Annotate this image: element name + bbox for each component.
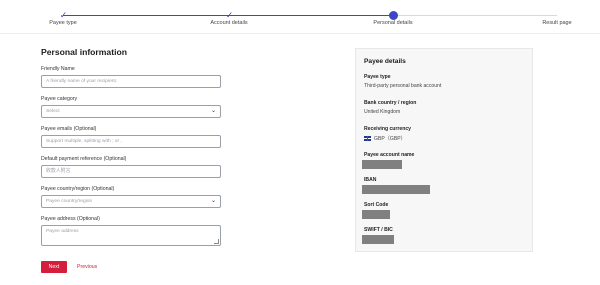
payee-type-label: Payee type xyxy=(364,74,391,80)
redacted-account-name xyxy=(362,160,402,169)
receiving-currency-value: GBP（GBP） xyxy=(364,135,406,142)
chevron-down-icon: ⌄ xyxy=(210,108,216,114)
stepper-line-completed xyxy=(229,15,393,16)
redacted-iban xyxy=(362,185,430,194)
page-content: Personal information Friendly Name A fri… xyxy=(0,34,600,285)
friendly-name-label: Friendly Name xyxy=(41,66,75,72)
chevron-down-icon: ⌄ xyxy=(210,198,216,204)
progress-stepper: ✓ ✓ Payee type Account details Personal … xyxy=(0,0,600,34)
payee-country-label: Payee country/region (Optional) xyxy=(41,186,115,192)
swift-bic-label: SWIFT / BIC xyxy=(364,227,393,233)
default-reference-label: Default payment reference (Optional) xyxy=(41,156,127,162)
friendly-name-input[interactable]: A friendly name of your recipient. xyxy=(41,75,221,88)
payee-country-select[interactable]: Payee country/region ⌄ xyxy=(41,195,221,208)
form-title: Personal information xyxy=(41,47,127,57)
payee-emails-label: Payee emails (Optional) xyxy=(41,126,97,132)
bank-country-value: United Kingdom xyxy=(364,109,401,115)
payee-category-select[interactable]: Select ⌄ xyxy=(41,105,221,118)
receiving-currency-label: Receiving currency xyxy=(364,126,411,132)
payee-details-title: Payee details xyxy=(364,58,406,65)
sort-code-label: Sort Code xyxy=(364,202,389,208)
currency-code: GBP（GBP） xyxy=(374,136,406,142)
resize-grip-icon[interactable] xyxy=(214,239,219,244)
previous-link[interactable]: Previous xyxy=(77,261,97,273)
payee-address-textarea[interactable]: Payee address xyxy=(41,225,221,246)
payee-type-value: Third-party personal bank account xyxy=(364,83,442,89)
payee-details-card: Payee details Payee type Third-party per… xyxy=(355,48,533,252)
check-icon: ✓ xyxy=(225,10,234,20)
stepper-line-upcoming xyxy=(393,15,557,16)
step-label-account-details[interactable]: Account details xyxy=(210,20,247,26)
bank-country-label: Bank country / region xyxy=(364,100,417,106)
payee-address-label: Payee address (Optional) xyxy=(41,216,100,222)
uk-flag-icon xyxy=(364,136,371,142)
iban-label: IBAN xyxy=(364,177,377,183)
payee-account-name-label: Payee account name xyxy=(364,152,415,158)
step-label-payee-type[interactable]: Payee type xyxy=(49,20,77,26)
payee-address-placeholder: Payee address xyxy=(46,229,79,234)
redacted-swift-bic xyxy=(362,235,394,244)
current-step-dot xyxy=(389,11,398,20)
next-button[interactable]: Next xyxy=(41,261,67,273)
payee-country-value: Payee country/region xyxy=(46,199,93,204)
default-reference-input[interactable]: 收款人附言 xyxy=(41,165,221,178)
stepper-line-completed xyxy=(63,15,229,16)
payee-emails-input[interactable]: Support multiple, splitting with ; or , xyxy=(41,135,221,148)
check-icon: ✓ xyxy=(59,10,68,20)
redacted-sort-code xyxy=(362,210,390,219)
payee-category-label: Payee category xyxy=(41,96,78,102)
step-label-result-page: Result page xyxy=(542,20,572,26)
payee-category-value: Select xyxy=(46,109,60,114)
step-label-personal-details: Personal details xyxy=(373,20,413,26)
